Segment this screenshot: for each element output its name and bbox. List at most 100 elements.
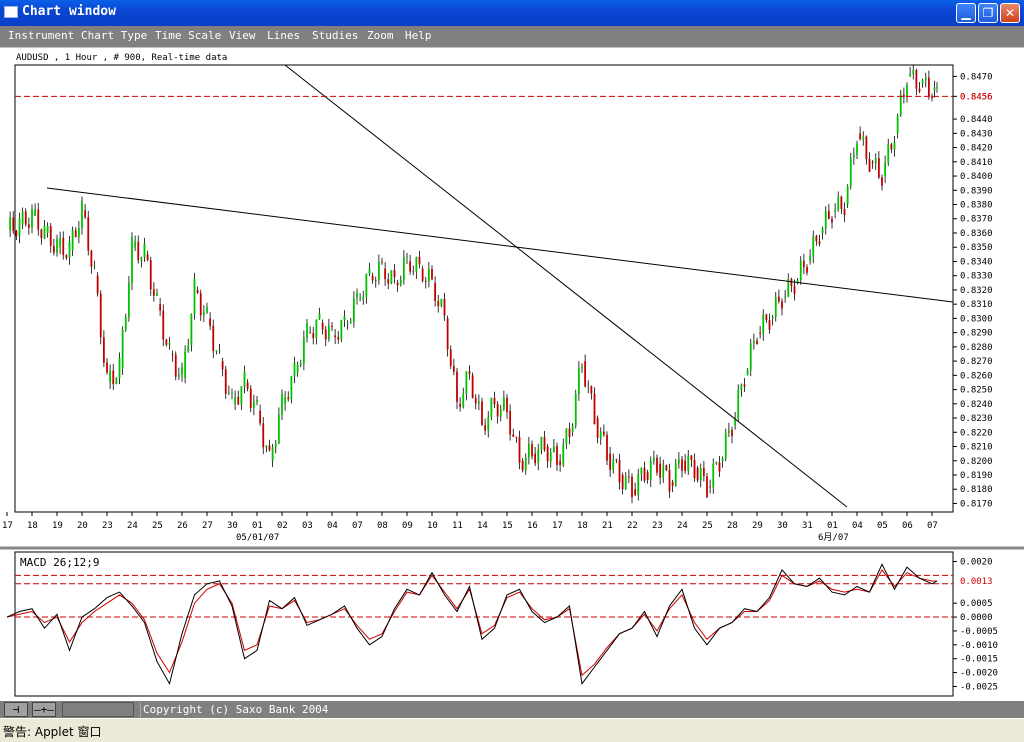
candle-body — [599, 431, 602, 438]
price-tick-label: 0.8290 — [960, 329, 993, 339]
candle-body — [402, 257, 405, 280]
candle-body — [593, 393, 596, 425]
menu-time-scale[interactable]: Time Scale — [155, 29, 221, 42]
macd-pane[interactable]: MACD 26;12;9 0.0020 0.0005 0.0000 -0.0005 -0… — [6, 551, 998, 697]
candle-body — [781, 301, 783, 309]
price-tick-label: 0.8420 — [960, 144, 993, 154]
candle-body — [562, 444, 565, 466]
window-titlebar[interactable]: Chart window ▁ ❐ ✕ — [0, 0, 1024, 26]
candle-body — [227, 392, 230, 394]
candle-body — [771, 317, 774, 319]
candle-body — [831, 218, 833, 223]
macd-tick-label: -0.0025 — [960, 682, 998, 692]
candle-body — [918, 88, 921, 92]
date-tick-label: 18 — [577, 521, 588, 531]
candle-body — [671, 482, 674, 486]
restore-button[interactable]: ❐ — [978, 3, 998, 23]
price-tick-label: 0.8250 — [960, 386, 993, 396]
date-tick-label: 25 — [702, 521, 713, 531]
candle-body — [252, 401, 255, 409]
date-tick-label: 07 — [352, 521, 363, 531]
candle-body — [737, 389, 740, 419]
price-tick-label: 0.8310 — [960, 300, 993, 310]
candle-body — [421, 268, 424, 281]
candle-body — [859, 133, 862, 140]
candle-body — [171, 353, 174, 355]
candle-body — [152, 289, 155, 296]
candle-body — [884, 162, 887, 177]
candle-body — [84, 210, 87, 218]
candle-body — [784, 296, 787, 298]
menu-view[interactable]: View — [229, 29, 256, 42]
minimize-button[interactable]: ▁ — [956, 3, 976, 23]
candle-body — [134, 241, 137, 248]
candle-body — [768, 320, 771, 330]
candle-body — [24, 211, 27, 225]
candle-body — [609, 453, 612, 470]
candle-body — [62, 237, 65, 256]
candle-body — [849, 157, 852, 187]
candle-body — [809, 256, 812, 262]
candle-body — [543, 437, 546, 450]
candle-body — [306, 323, 308, 338]
date-tick-label: 23 — [102, 521, 113, 531]
candle-body — [143, 243, 146, 258]
price-tick-label: 0.8360 — [960, 229, 993, 239]
candle-body — [684, 460, 687, 471]
menu-chart-type[interactable]: Chart Type — [81, 29, 147, 42]
candle-body — [843, 209, 846, 216]
candle-body — [149, 260, 152, 290]
candle-body — [762, 314, 765, 334]
candle-body — [840, 196, 843, 210]
menu-help[interactable]: Help — [405, 29, 432, 42]
candle-body — [209, 318, 212, 326]
candle-body — [34, 209, 37, 216]
candle-body — [146, 254, 149, 261]
candle-body — [359, 299, 362, 301]
candle-body — [709, 486, 712, 488]
candle-body — [802, 260, 805, 268]
candle-body — [646, 472, 649, 480]
crosshair-tool-button[interactable]: —+— — [32, 702, 56, 717]
candle-body — [224, 369, 227, 394]
candle-body — [759, 332, 762, 334]
menu-lines[interactable]: Lines — [267, 29, 300, 42]
toolbar-blank-field — [62, 702, 134, 717]
price-pane[interactable]: AUDUSD , 1 Hour , # 900, Real-time data … — [2, 53, 993, 543]
candle-body — [618, 460, 621, 483]
date-tick-label: 03 — [302, 521, 313, 531]
price-tick-label: 0.8210 — [960, 443, 993, 453]
close-button[interactable]: ✕ — [1000, 3, 1020, 23]
candle-body — [652, 457, 655, 461]
menu-zoom[interactable]: Zoom — [367, 29, 394, 42]
price-tick-label: 0.8300 — [960, 314, 993, 324]
candle-body — [824, 210, 827, 229]
date-tick-label: 25 — [152, 521, 163, 531]
candle-body — [290, 376, 293, 400]
menu-studies[interactable]: Studies — [312, 29, 358, 42]
chart-panel[interactable]: AUDUSD , 1 Hour , # 900, Real-time data … — [0, 48, 1024, 700]
candle-body — [96, 275, 99, 294]
candle-body — [368, 268, 371, 274]
candle-body — [606, 434, 608, 461]
candle-body — [434, 282, 437, 301]
candle-body — [765, 314, 768, 321]
cursor-tool-button[interactable]: ⊣ — [4, 702, 28, 717]
chart-canvas[interactable]: AUDUSD , 1 Hour , # 900, Real-time data … — [0, 48, 1024, 700]
candle-body — [462, 393, 465, 407]
candle-body — [581, 366, 583, 369]
candle-body — [215, 350, 218, 352]
applet-warning: 警告: Applet 窗口 — [3, 725, 102, 739]
candle-body — [931, 96, 933, 99]
candle-body — [93, 266, 96, 267]
menu-instrument[interactable]: Instrument — [8, 29, 74, 42]
price-tick-label: 0.8340 — [960, 257, 993, 267]
price-tick-label: 0.8380 — [960, 201, 993, 211]
candle-body — [531, 444, 533, 457]
price-tick-label: 0.8190 — [960, 471, 993, 481]
chart-toolbar: ⊣ —+— Copyright (c) Saxo Bank 2004 — [0, 700, 1024, 718]
date-tick-label: 28 — [727, 521, 738, 531]
candle-body — [174, 354, 177, 377]
candle-body — [456, 371, 458, 402]
candle-body — [27, 224, 30, 228]
